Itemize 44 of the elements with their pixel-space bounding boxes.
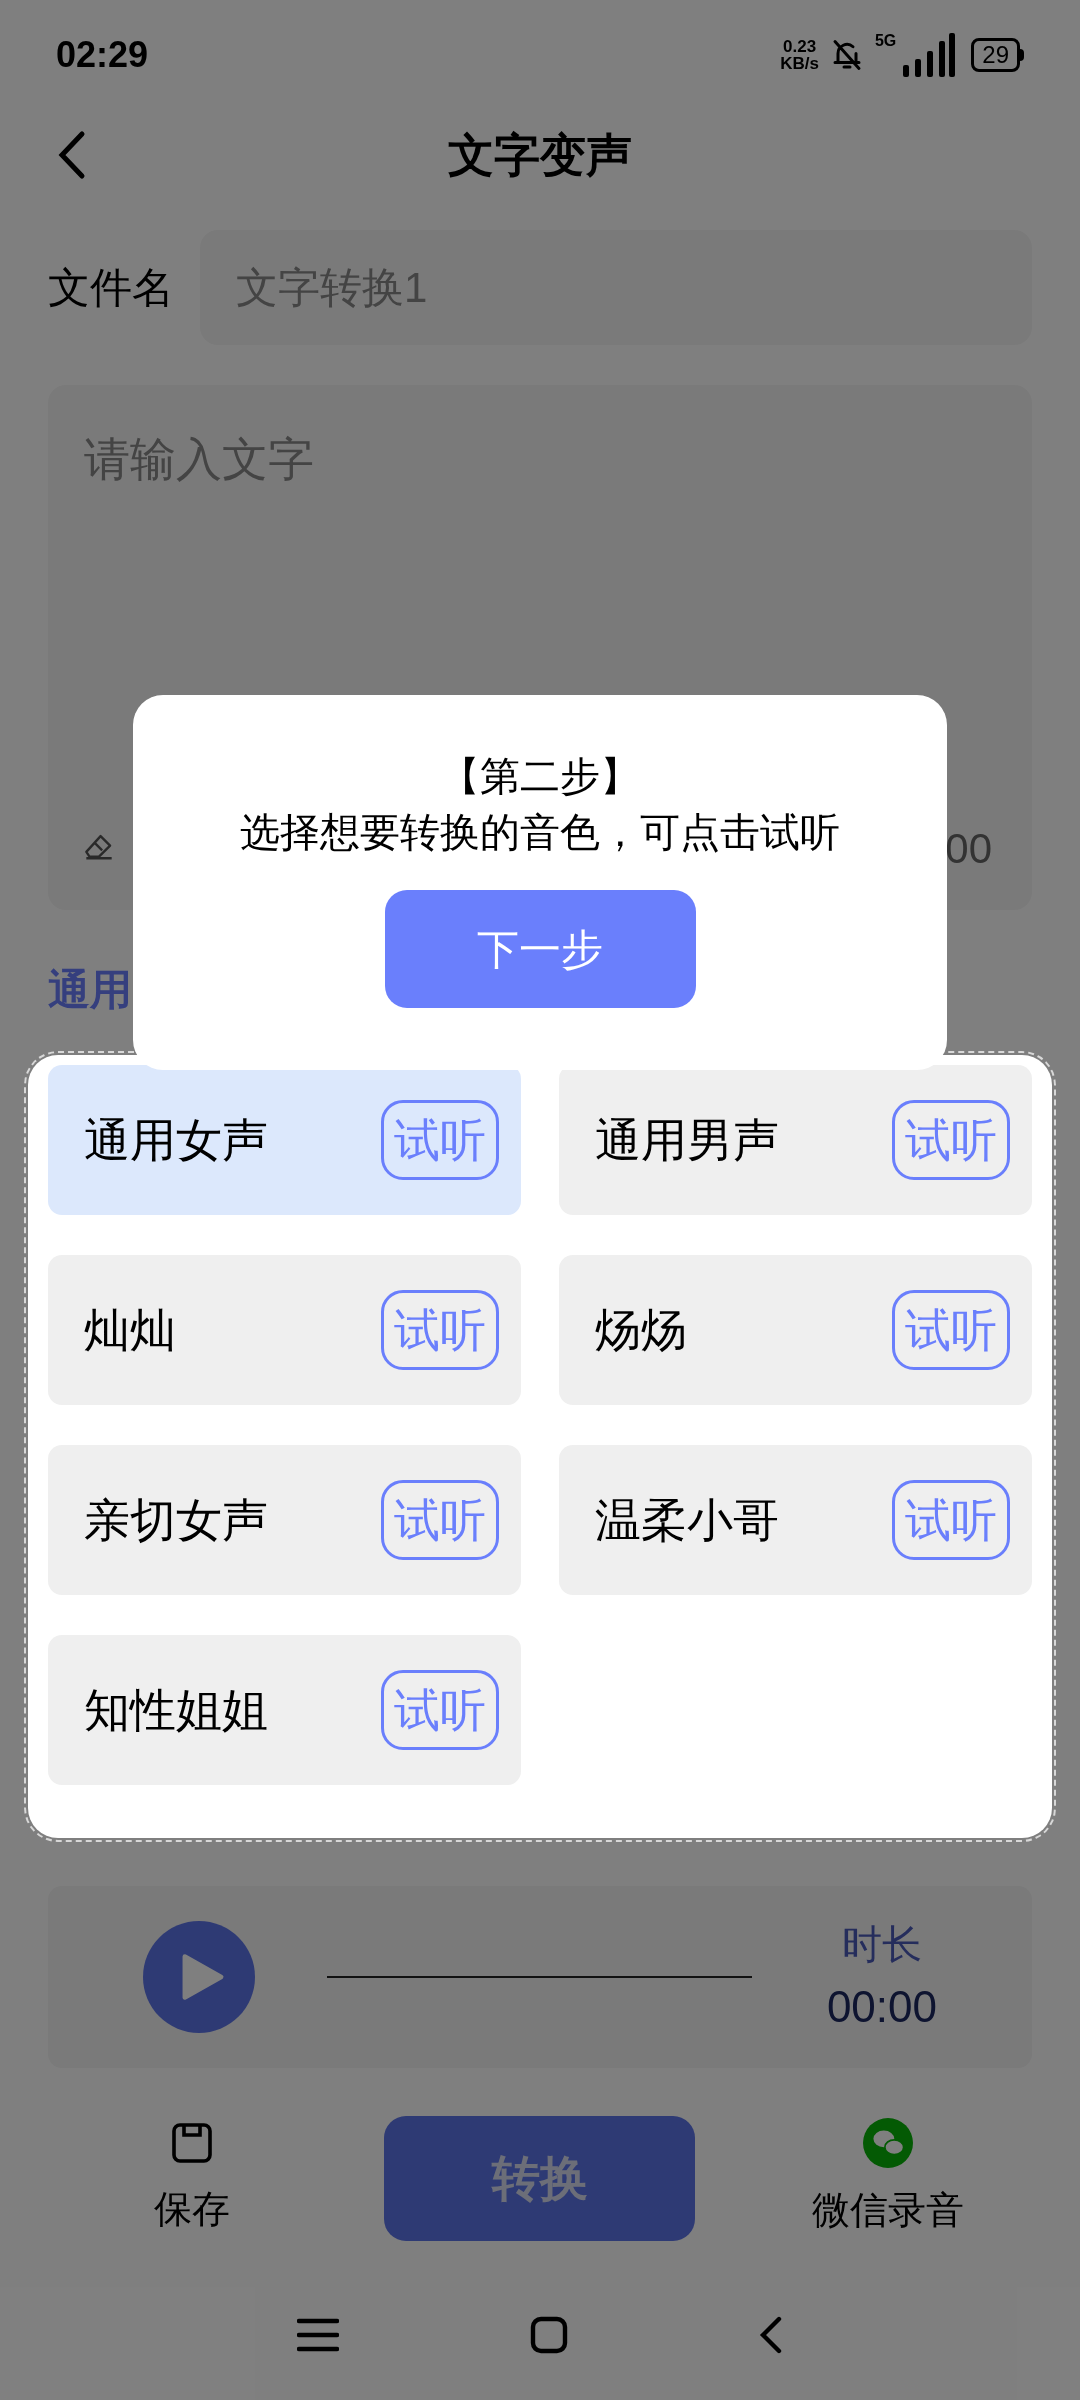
battery-tip: [1020, 49, 1024, 61]
voice-name: 通用男声: [595, 1112, 779, 1168]
status-time: 02:29: [56, 33, 149, 77]
voice-card[interactable]: 知性姐姐 试听: [48, 1635, 521, 1785]
preview-button[interactable]: 试听: [892, 1480, 1010, 1560]
back-icon[interactable]: [56, 130, 86, 180]
preview-button[interactable]: 试听: [381, 1100, 499, 1180]
network-type: 5G: [874, 33, 897, 49]
voice-name: 亲切女声: [84, 1492, 268, 1548]
network-speed: 0.23: [783, 38, 817, 55]
preview-button[interactable]: 试听: [381, 1290, 499, 1370]
network-speed-unit: KB/s: [780, 55, 819, 72]
back-nav-icon[interactable]: [759, 2315, 783, 2355]
home-icon[interactable]: [529, 2315, 569, 2355]
voice-card[interactable]: 炀炀 试听: [559, 1255, 1032, 1405]
preview-button[interactable]: 试听: [381, 1480, 499, 1560]
file-name-label: 文件名: [48, 263, 174, 313]
voice-card[interactable]: 亲切女声 试听: [48, 1445, 521, 1595]
section-label: 通用: [48, 965, 132, 1015]
convert-button[interactable]: 转换: [384, 2116, 695, 2241]
next-step-button[interactable]: 下一步: [384, 890, 696, 1008]
voice-name: 灿灿: [84, 1302, 176, 1358]
play-icon: [180, 1952, 226, 2002]
wechat-record-label: 微信录音: [811, 2188, 964, 2233]
menu-icon[interactable]: [297, 2317, 339, 2353]
preview-button[interactable]: 试听: [892, 1100, 1010, 1180]
voice-card[interactable]: 灿灿 试听: [48, 1255, 521, 1405]
guide-message: 选择想要转换的音色，可点击试听: [240, 809, 840, 856]
voice-card[interactable]: 通用男声 试听: [559, 1065, 1032, 1215]
page-title: 文字变声: [448, 127, 632, 183]
voice-name: 知性姐姐: [84, 1682, 268, 1738]
voice-name: 炀炀: [595, 1302, 687, 1358]
preview-button[interactable]: 试听: [892, 1290, 1010, 1370]
duration-value: 00:00: [826, 1981, 937, 2033]
save-label: 保存: [154, 2187, 230, 2232]
battery-level: 29: [971, 38, 1020, 72]
voice-card[interactable]: 通用女声 试听: [48, 1065, 521, 1215]
guide-step: 【第二步】: [440, 750, 640, 802]
voice-name: 通用女声: [84, 1112, 268, 1168]
duration-label: 时长: [841, 1921, 922, 1968]
voice-name: 温柔小哥: [595, 1492, 779, 1548]
preview-button[interactable]: 试听: [381, 1670, 499, 1750]
character-counter: 00: [945, 824, 992, 874]
voice-card[interactable]: 温柔小哥 试听: [559, 1445, 1032, 1595]
